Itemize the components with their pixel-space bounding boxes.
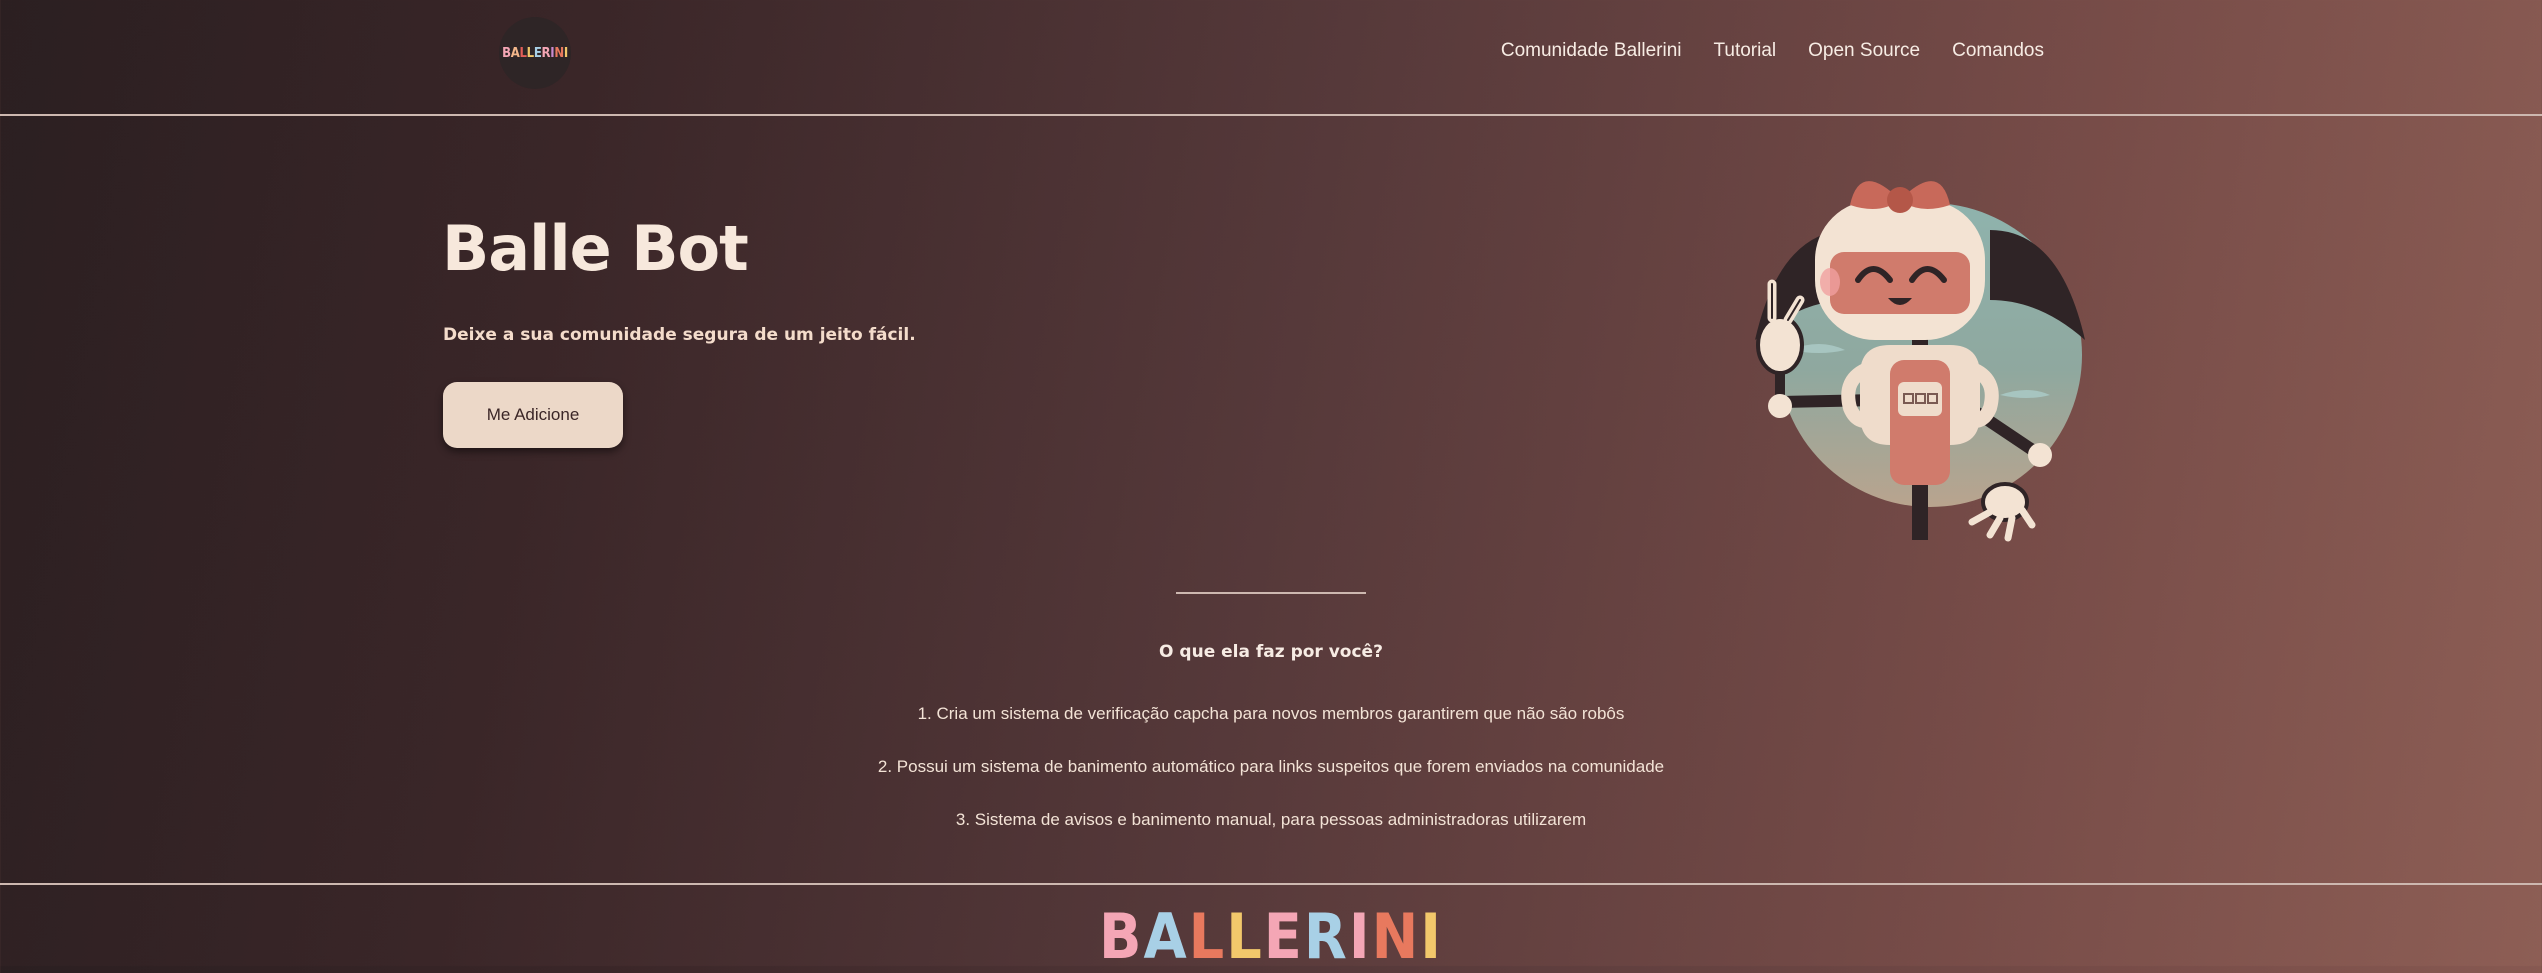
hero-subtitle: Deixe a sua comunidade segura de um jeit… (443, 325, 916, 345)
section-divider (1176, 592, 1366, 594)
wordmark-letter: R (1303, 900, 1349, 973)
logo-letter: A (510, 45, 520, 61)
features-list: 1. Cria um sistema de verificação capcha… (0, 704, 2542, 863)
footer-divider (0, 883, 2542, 885)
feature-item-captcha: 1. Cria um sistema de verificação capcha… (917, 704, 1625, 723)
hero-title: Balle Bot (442, 212, 749, 285)
feature-item-auto-ban: 2. Possui um sistema de banimento automá… (877, 757, 1665, 776)
logo-letter: L (519, 45, 527, 61)
logo-letter: B (502, 45, 511, 61)
logo-letter: N (554, 45, 564, 61)
logo-letter: I (563, 45, 568, 61)
features-heading: O que ela faz por você? (1159, 642, 1383, 662)
wordmark-letter: I (1420, 900, 1444, 973)
wordmark-letter: B (1098, 900, 1144, 973)
wordmark-letter: E (1263, 900, 1304, 973)
wordmark-letter: I (1348, 900, 1372, 973)
nav-link-tutorial[interactable]: Tutorial (1713, 40, 1776, 62)
nav-link-comandos[interactable]: Comandos (1952, 40, 2044, 62)
nav-link-open-source[interactable]: Open Source (1808, 40, 1920, 62)
ballerini-logo[interactable]: BALLERINI (499, 17, 571, 89)
wordmark-letter: L (1188, 900, 1227, 973)
robot-mascot-illustration (1755, 181, 2085, 542)
add-bot-button[interactable]: Me Adicione (443, 382, 623, 448)
logo-letter: L (526, 45, 534, 61)
wordmark-letter: A (1143, 900, 1189, 973)
footer-wordmark-logo: BALLERINI (0, 906, 2542, 968)
wordmark-letter: L (1226, 900, 1264, 973)
feature-item-manual-ban: 3. Sistema de avisos e banimento manual,… (955, 810, 1587, 829)
nav-link-comunidade[interactable]: Comunidade Ballerini (1501, 40, 1682, 62)
logo-letter: R (541, 45, 551, 61)
site-header: BALLERINI Comunidade Ballerini Tutorial … (0, 0, 2542, 116)
main-nav: Comunidade Ballerini Tutorial Open Sourc… (1501, 40, 2044, 62)
logo-letter: E (533, 45, 542, 61)
wordmark-letter: N (1371, 900, 1421, 973)
